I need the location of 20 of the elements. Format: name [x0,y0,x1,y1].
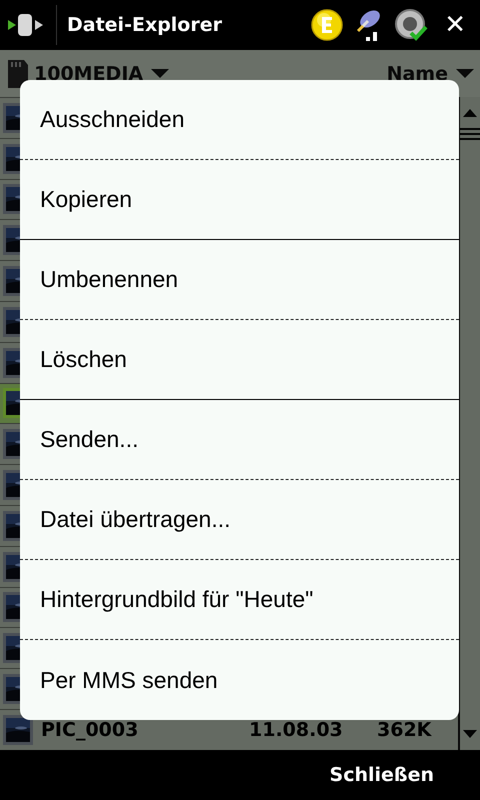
menu-item[interactable]: Hintergrundbild für "Heute" [20,560,459,640]
caret-icon [456,69,474,78]
file-name: PIC_0003 [41,718,140,741]
memory-card-icon [6,58,30,90]
coin-icon[interactable] [310,8,344,42]
menu-item[interactable]: Umbenennen [20,240,459,320]
close-button[interactable]: ✕ [438,10,472,40]
scrollbar[interactable] [458,97,480,750]
caret-icon [151,69,170,78]
scroll-thumb-icon[interactable] [460,127,480,141]
menu-item[interactable]: Senden... [20,400,459,480]
menu-item[interactable]: Kopieren [20,160,459,240]
menu-item[interactable]: Löschen [20,320,459,400]
menu-item[interactable]: Datei übertragen... [20,480,459,560]
window-title: Datei-Explorer [67,14,223,36]
speaker-icon[interactable] [394,8,428,42]
file-size: 362K [377,718,432,741]
file-date: 11.08.03 [249,718,344,741]
close-softkey[interactable]: Schließen [324,763,440,787]
menu-item[interactable]: Ausschneiden [20,80,459,160]
